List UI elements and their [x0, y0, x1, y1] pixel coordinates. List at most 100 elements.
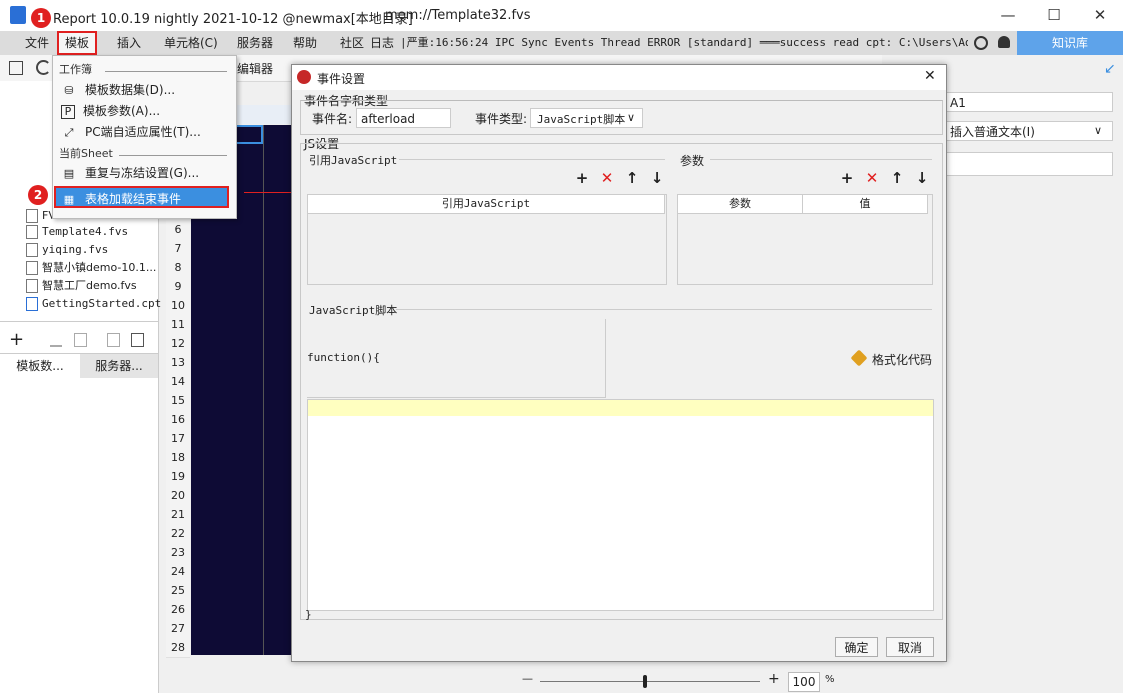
- row-number[interactable]: 18: [166, 448, 190, 468]
- file-item[interactable]: Template4.fvs: [26, 223, 128, 241]
- menu-item-freeze[interactable]: ▤ 重复与冻结设置(G)...: [61, 163, 231, 183]
- row-number[interactable]: 17: [166, 429, 190, 449]
- zoom-unit: %: [825, 674, 835, 685]
- minimize-button[interactable]: —: [985, 0, 1031, 31]
- ok-button[interactable]: 确定: [835, 637, 878, 657]
- add-param-button[interactable]: +: [838, 169, 856, 187]
- file-item[interactable]: 智慧工厂demo.fvs: [26, 277, 137, 295]
- new-file-icon[interactable]: [9, 61, 23, 75]
- code-editor[interactable]: [307, 399, 934, 611]
- menu-cell[interactable]: 单元格(C): [164, 31, 218, 55]
- ref-js-table[interactable]: 引用JavaScript: [307, 194, 667, 285]
- edit-icon[interactable]: [50, 333, 62, 347]
- remove-ref-js-button[interactable]: ✕: [598, 169, 616, 187]
- cell-reference-field[interactable]: A1: [945, 92, 1113, 112]
- move-down-icon[interactable]: ↓: [648, 169, 666, 187]
- app-logo-icon: [10, 6, 26, 24]
- row-number[interactable]: 16: [166, 410, 190, 430]
- panel-collapse-icon[interactable]: ↙: [1104, 61, 1116, 77]
- value-header: 值: [803, 195, 928, 214]
- row-number[interactable]: 27: [166, 619, 190, 639]
- tab-template-datasets[interactable]: 模板数...: [0, 353, 80, 378]
- window-title: Report 10.0.19 nightly 2021-10-12 @newma…: [53, 12, 413, 27]
- row-number[interactable]: 21: [166, 505, 190, 525]
- tab-server[interactable]: 服务器...: [80, 353, 158, 378]
- file-item[interactable]: yiqing.fvs: [26, 241, 108, 259]
- menu-item-params[interactable]: P 模板参数(A)...: [61, 101, 231, 121]
- row-number[interactable]: 23: [166, 543, 190, 563]
- cancel-button[interactable]: 取消: [886, 637, 934, 657]
- js-script-label: JavaScript脚本: [309, 304, 398, 317]
- row-number[interactable]: 28: [166, 638, 190, 658]
- preview-icon[interactable]: [107, 333, 120, 347]
- param-header: 参数: [678, 195, 803, 214]
- menu-template[interactable]: 模板: [57, 31, 97, 55]
- menu-help[interactable]: 帮助: [293, 31, 317, 55]
- row-number[interactable]: 11: [166, 315, 190, 335]
- param-table[interactable]: 参数 值: [677, 194, 933, 285]
- refresh-icon[interactable]: [36, 60, 51, 75]
- add-ref-js-button[interactable]: +: [573, 169, 591, 187]
- row-number[interactable]: 25: [166, 581, 190, 601]
- menu-insert[interactable]: 插入: [117, 31, 141, 55]
- close-window-button[interactable]: ✕: [1077, 0, 1123, 31]
- section-rule: [105, 71, 227, 72]
- row-number[interactable]: 13: [166, 353, 190, 373]
- param-move-down-icon[interactable]: ↓: [913, 169, 931, 187]
- row-number[interactable]: 8: [166, 258, 190, 278]
- menu-server[interactable]: 服务器: [237, 31, 273, 55]
- knowledge-base-button[interactable]: 知识库: [1017, 31, 1123, 55]
- section-rule: [396, 309, 932, 310]
- move-up-icon[interactable]: ↑: [623, 169, 641, 187]
- add-icon[interactable]: +: [9, 331, 24, 349]
- menu-item-load-end-event[interactable]: ▦ 表格加载结束事件: [54, 186, 229, 208]
- row-number[interactable]: 15: [166, 391, 190, 411]
- row-number[interactable]: 19: [166, 467, 190, 487]
- row-number[interactable]: 22: [166, 524, 190, 544]
- row-number[interactable]: 7: [166, 239, 190, 259]
- dialog-titlebar: 事件设置 ✕: [292, 65, 946, 90]
- search-icon[interactable]: [974, 36, 988, 50]
- row-number[interactable]: 26: [166, 600, 190, 620]
- row-number[interactable]: 10: [166, 296, 190, 316]
- remove-param-button[interactable]: ✕: [863, 169, 881, 187]
- param-move-up-icon[interactable]: ↑: [888, 169, 906, 187]
- row-number[interactable]: 12: [166, 334, 190, 354]
- zoom-bar: — + 100 %: [500, 670, 840, 693]
- zoom-slider-thumb[interactable]: [643, 675, 647, 688]
- row-number[interactable]: 9: [166, 277, 190, 297]
- menu-item-label: 重复与冻结设置(G)...: [85, 166, 200, 180]
- menu-file[interactable]: 文件: [25, 31, 49, 55]
- zoom-slider-track[interactable]: [540, 681, 760, 682]
- menu-community[interactable]: 社区: [340, 31, 364, 55]
- menu-item-pc-adaptive[interactable]: ⤢ PC端自适应属性(T)...: [61, 122, 231, 142]
- file-item[interactable]: 智慧小镇demo-10.1...: [26, 259, 156, 277]
- menu-item-label: 模板数据集(D)...: [85, 83, 176, 97]
- event-type-select[interactable]: JavaScript脚本 ∨: [530, 108, 643, 128]
- insert-type-select[interactable]: 插入普通文本(I): [945, 121, 1113, 141]
- zoom-in-button[interactable]: +: [768, 671, 780, 687]
- app-icon: [297, 70, 311, 84]
- row-number[interactable]: 14: [166, 372, 190, 392]
- menu-log[interactable]: 日志: [370, 31, 394, 55]
- menu-item-label: PC端自适应属性(T)...: [85, 125, 201, 139]
- horizontal-scrollbar[interactable]: [166, 657, 292, 667]
- chevron-down-icon[interactable]: ∨: [1094, 124, 1102, 137]
- zoom-input[interactable]: 100: [788, 672, 820, 692]
- settings-icon[interactable]: [131, 333, 144, 347]
- delete-icon[interactable]: [74, 333, 87, 347]
- row-number[interactable]: 20: [166, 486, 190, 506]
- editor-tab[interactable]: 编辑器: [237, 60, 273, 77]
- dialog-close-icon[interactable]: ✕: [924, 68, 936, 84]
- row-number[interactable]: 24: [166, 562, 190, 582]
- file-item[interactable]: GettingStarted.cpt: [26, 295, 161, 313]
- event-type-label: 事件类型:: [475, 112, 528, 126]
- row-number[interactable]: 6: [166, 220, 190, 240]
- zoom-out-button[interactable]: —: [522, 672, 533, 685]
- maximize-button[interactable]: ☐: [1031, 0, 1077, 31]
- bell-icon[interactable]: [998, 36, 1010, 48]
- event-name-input[interactable]: afterload: [356, 108, 451, 128]
- menu-item-datasets[interactable]: ⛁ 模板数据集(D)...: [61, 80, 231, 100]
- format-code-button[interactable]: 格式化代码: [872, 351, 932, 368]
- cell-content-field[interactable]: [945, 152, 1113, 176]
